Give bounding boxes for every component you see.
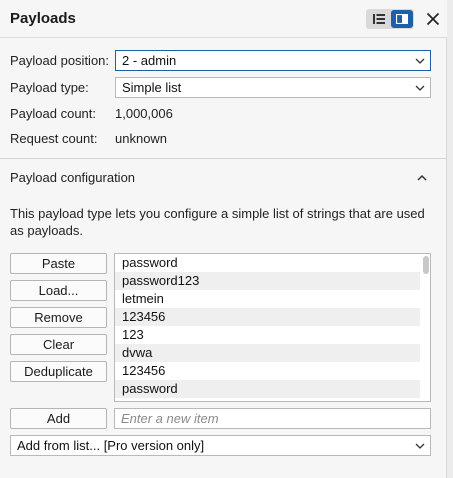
paste-button[interactable]: Paste <box>10 253 107 274</box>
list-item[interactable]: 123 <box>115 326 420 344</box>
panel-scroll-edge <box>447 0 453 478</box>
request-count-label: Request count: <box>10 131 98 146</box>
chevron-down-icon <box>415 58 425 64</box>
new-item-input[interactable]: Enter a new item <box>114 408 431 429</box>
section-divider <box>0 158 447 159</box>
remove-button[interactable]: Remove <box>10 307 107 328</box>
payload-configuration-title: Payload configuration <box>10 170 136 185</box>
list-item[interactable]: password123 <box>115 272 420 290</box>
chevron-down-icon <box>415 85 425 91</box>
list-item[interactable]: 123456 <box>115 362 420 380</box>
payload-configuration-description: This payload type lets you configure a s… <box>10 206 425 238</box>
payload-position-select[interactable]: 2 - admin <box>115 50 431 71</box>
payload-count-value: 1,000,006 <box>115 106 173 121</box>
list-item[interactable]: letmein <box>115 290 420 308</box>
clear-button[interactable]: Clear <box>10 334 107 355</box>
payload-type-value: Simple list <box>122 80 182 95</box>
payload-count-label: Payload count: <box>10 106 97 121</box>
list-scrollbar-thumb[interactable] <box>423 256 429 274</box>
payload-position-label: Payload position: <box>10 53 110 68</box>
payload-list[interactable]: password password123 letmein 123456 123 … <box>114 253 431 402</box>
new-item-placeholder: Enter a new item <box>121 411 219 426</box>
panel-header: Payloads <box>0 0 447 38</box>
panel-title: Payloads <box>10 10 76 27</box>
payload-type-label: Payload type: <box>10 80 89 95</box>
list-item[interactable]: 12345678 <box>115 398 420 401</box>
split-layout-icon[interactable] <box>391 10 413 28</box>
request-count-value: unknown <box>115 131 168 146</box>
add-from-list-value: Add from list... [Pro version only] <box>17 438 205 453</box>
chevron-up-icon[interactable] <box>415 171 429 185</box>
list-item[interactable]: password <box>115 380 420 398</box>
payloads-panel: Payloads Payload position: 2 - admin Pay… <box>0 0 447 478</box>
payload-position-value: 2 - admin <box>122 53 177 68</box>
load-button[interactable]: Load... <box>10 280 107 301</box>
payload-type-select[interactable]: Simple list <box>115 77 431 98</box>
list-item[interactable]: dvwa <box>115 344 420 362</box>
layout-toggle[interactable] <box>366 9 414 29</box>
close-icon[interactable] <box>426 12 440 26</box>
close-button[interactable] <box>423 9 443 29</box>
chevron-down-icon <box>415 443 425 449</box>
list-item[interactable]: 123456 <box>115 308 420 326</box>
list-layout-icon[interactable] <box>368 11 390 27</box>
list-item[interactable]: password <box>115 254 420 272</box>
add-button[interactable]: Add <box>10 408 107 429</box>
add-from-list-select[interactable]: Add from list... [Pro version only] <box>10 435 431 456</box>
deduplicate-button[interactable]: Deduplicate <box>10 361 107 382</box>
